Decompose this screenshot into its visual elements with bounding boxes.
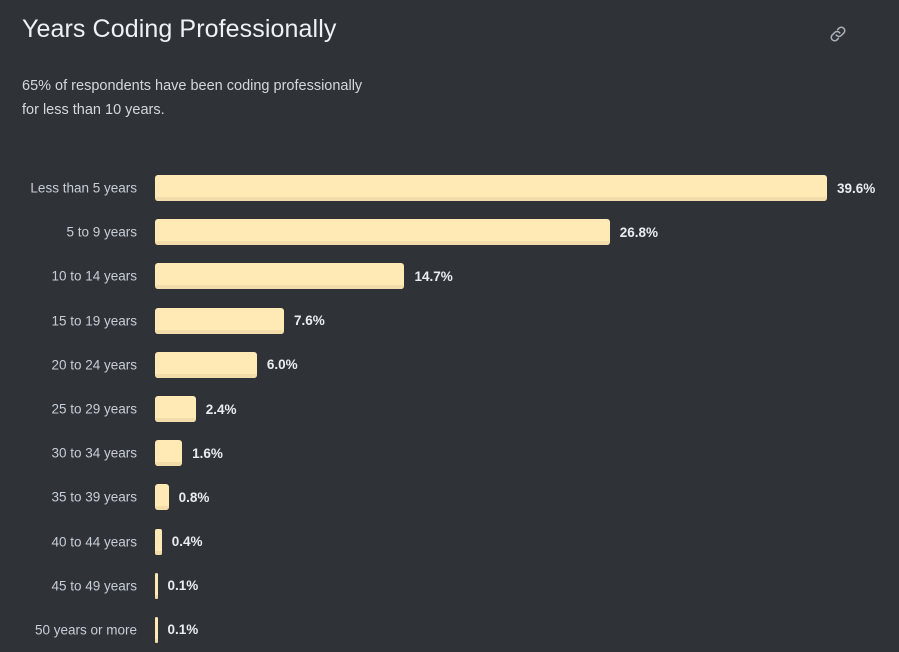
bar-category-label: 30 to 34 years: [51, 445, 137, 461]
bar[interactable]: [155, 616, 158, 643]
bar-wrapper: 6.0%: [155, 351, 298, 378]
bar[interactable]: [155, 528, 162, 555]
bar-category-label: 5 to 9 years: [66, 224, 137, 240]
bar-wrapper: 26.8%: [155, 219, 659, 246]
bar-value-label: 2.4%: [205, 401, 237, 417]
link-icon[interactable]: [825, 21, 851, 47]
bar-wrapper: 39.6%: [155, 175, 876, 202]
bar-value-label: 0.1%: [167, 622, 199, 638]
bar[interactable]: [155, 396, 196, 423]
bar-category-label: Less than 5 years: [30, 180, 137, 196]
bar[interactable]: [155, 440, 183, 467]
bar-row: 35 to 39 years 0.8%: [0, 475, 899, 519]
bar-category-label: 50 years or more: [34, 622, 137, 638]
bar-wrapper: 7.6%: [155, 307, 325, 334]
bar-category-label: 45 to 49 years: [51, 578, 137, 594]
bar-value-label: 0.4%: [171, 534, 203, 550]
bar-wrapper: 0.4%: [155, 528, 203, 555]
chart-card: Years Coding Professionally 65% of respo…: [0, 0, 899, 651]
bar-row: 20 to 24 years 6.0%: [0, 343, 899, 387]
bar-row: 45 to 49 years 0.1%: [0, 564, 899, 608]
bar-row: 30 to 34 years 1.6%: [0, 431, 899, 475]
bar-row: 15 to 19 years 7.6%: [0, 299, 899, 343]
bar-wrapper: 14.7%: [155, 263, 453, 290]
bar-wrapper: 0.8%: [155, 484, 210, 511]
bar[interactable]: [155, 219, 610, 246]
bar-chart: Less than 5 years 39.6% 5 to 9 years 26.8% 1…: [0, 166, 899, 652]
bar-category-label: 10 to 14 years: [51, 268, 137, 284]
bar-value-label: 26.8%: [619, 224, 659, 240]
bar[interactable]: [155, 351, 257, 378]
bar[interactable]: [155, 263, 405, 290]
bar-wrapper: 2.4%: [155, 396, 237, 423]
bar[interactable]: [155, 175, 827, 202]
page-title: Years Coding Professionally: [22, 15, 337, 43]
bar-wrapper: 0.1%: [155, 572, 199, 599]
bar[interactable]: [155, 484, 169, 511]
bar-row: Less than 5 years 39.6%: [0, 166, 899, 210]
bar[interactable]: [155, 572, 158, 599]
bar-value-label: 6.0%: [266, 357, 298, 373]
bar-wrapper: 0.1%: [155, 616, 199, 643]
bar-category-label: 40 to 44 years: [51, 534, 137, 550]
bar-row: 40 to 44 years 0.4%: [0, 520, 899, 564]
bar-wrapper: 1.6%: [155, 440, 223, 467]
bar-row: 25 to 29 years 2.4%: [0, 387, 899, 431]
bar-value-label: 0.1%: [167, 578, 199, 594]
bar-row: 50 years or more 0.1%: [0, 608, 899, 652]
bar[interactable]: [155, 307, 284, 334]
bar-value-label: 39.6%: [837, 180, 876, 196]
bar-value-label: 0.8%: [178, 489, 210, 505]
bar-value-label: 1.6%: [192, 445, 223, 461]
bar-value-label: 7.6%: [293, 313, 325, 329]
bar-category-label: 35 to 39 years: [51, 489, 137, 505]
bar-category-label: 25 to 29 years: [51, 401, 137, 417]
bar-row: 5 to 9 years 26.8%: [0, 210, 899, 254]
bar-value-label: 14.7%: [414, 268, 453, 284]
bar-row: 10 to 14 years 14.7%: [0, 254, 899, 298]
chart-subtitle: 65% of respondents have been coding prof…: [22, 78, 363, 118]
bar-category-label: 20 to 24 years: [51, 357, 137, 373]
bar-category-label: 15 to 19 years: [51, 313, 137, 329]
